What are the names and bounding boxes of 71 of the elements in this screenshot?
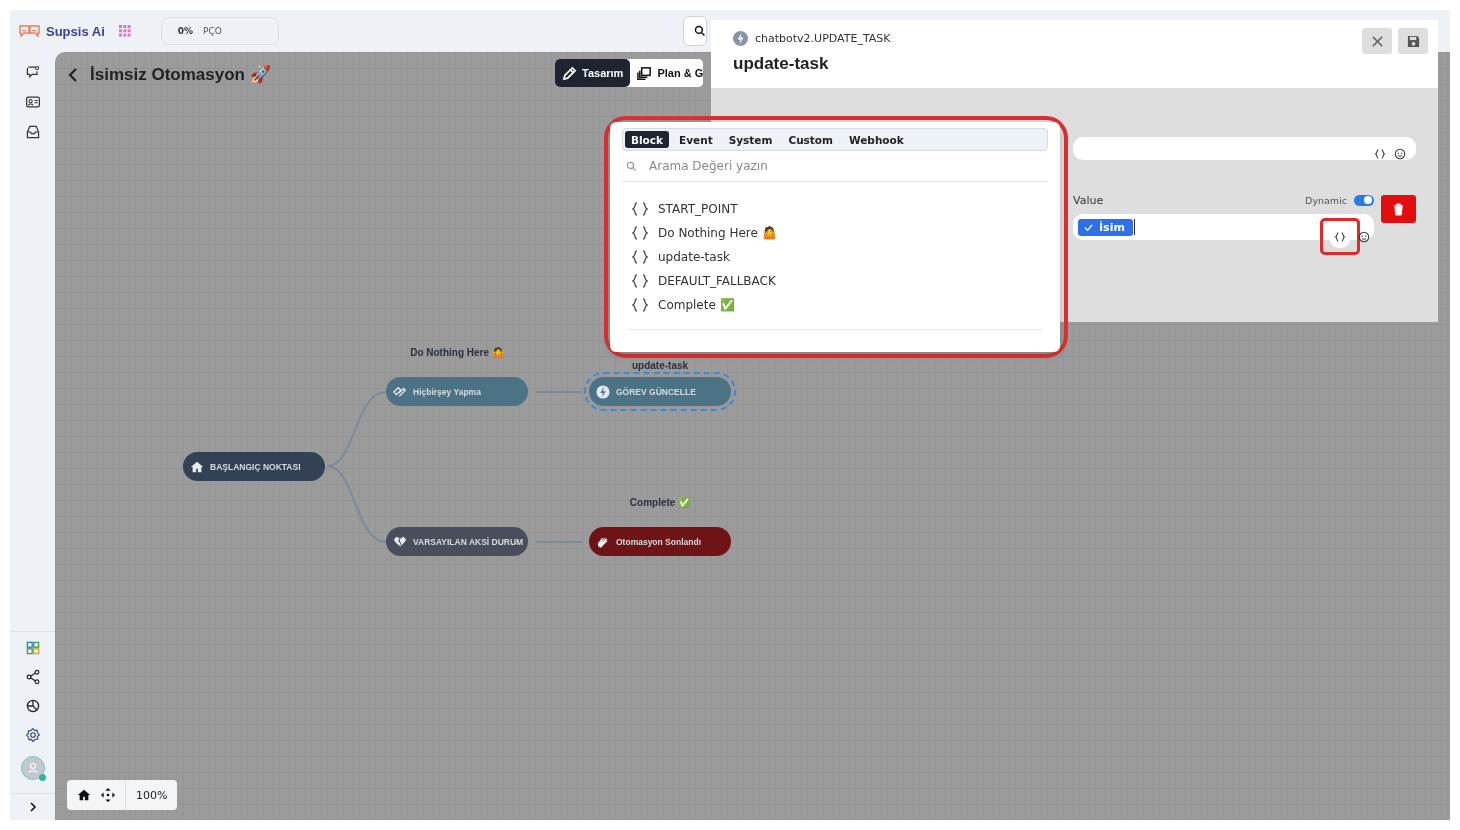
variable-chip[interactable]: İsim xyxy=(1078,218,1133,236)
online-dot xyxy=(38,774,46,781)
picker-tab[interactable]: Event xyxy=(673,131,719,148)
picker-tab[interactable]: Block xyxy=(625,131,670,148)
node-caption: update-task xyxy=(630,360,690,372)
variable-item[interactable]: Complete ✅ xyxy=(632,293,1048,317)
picker-tab[interactable]: Custom xyxy=(782,131,840,148)
close-icon xyxy=(1370,34,1384,48)
zoom-level: 100% xyxy=(136,788,168,802)
field-label: Value xyxy=(1073,193,1104,207)
search-icon xyxy=(626,160,637,172)
braces-icon xyxy=(632,250,648,264)
logo-icon xyxy=(18,23,42,39)
search-icon xyxy=(693,24,706,38)
smiley-icon[interactable] xyxy=(1358,230,1370,243)
save-button[interactable] xyxy=(1398,28,1428,54)
save-icon xyxy=(1406,34,1420,48)
variable-item[interactable]: update-task xyxy=(632,245,1048,269)
check-icon xyxy=(1084,222,1093,232)
flow-title: İsimsiz Otomasyon 🚀 xyxy=(90,64,271,85)
text-cursor xyxy=(1133,219,1135,235)
panel-title: update-task xyxy=(733,54,830,74)
usage-label: PÇO xyxy=(203,26,222,36)
delete-button[interactable] xyxy=(1381,195,1416,223)
back-icon[interactable] xyxy=(68,67,78,82)
braces-icon xyxy=(632,226,648,240)
view-tab[interactable]: Tasarım xyxy=(555,59,631,87)
toggle-label: Dynamic xyxy=(1305,194,1347,206)
flow-node[interactable]: BAŞLANGIÇ NOKTASI xyxy=(183,452,325,481)
block-type: chatbotv2.UPDATE_TASK xyxy=(755,32,891,45)
brand-name: Supsis Ai xyxy=(46,23,105,39)
variable-item[interactable]: DEFAULT_FALLBACK xyxy=(632,269,1048,293)
braces-icon xyxy=(1334,230,1346,243)
chevron-right-icon[interactable] xyxy=(27,802,38,812)
share-icon[interactable] xyxy=(24,669,41,685)
flow-node[interactable]: VARSAYILAN AKSİ DURUM xyxy=(386,527,528,556)
trash-icon xyxy=(1393,202,1404,216)
lightning-icon xyxy=(733,31,748,46)
variable-item[interactable]: START_POINT xyxy=(632,197,1048,221)
picker-tab[interactable]: System xyxy=(722,131,779,148)
home-icon[interactable] xyxy=(77,788,91,802)
dashboard-icon[interactable] xyxy=(24,640,41,656)
search-field[interactable] xyxy=(682,16,707,46)
contact-card-icon[interactable] xyxy=(24,94,41,110)
person-icon xyxy=(25,761,40,775)
lightning-icon xyxy=(596,384,610,399)
inbox-icon[interactable] xyxy=(24,124,41,140)
node-caption: Complete ✅ xyxy=(628,497,692,509)
braces-icon xyxy=(632,202,648,216)
flow-node[interactable]: Otomasyon Sonlandı xyxy=(589,527,731,556)
usage-percent: 0% xyxy=(177,26,194,36)
value-field[interactable]: İsim xyxy=(1073,214,1374,240)
picker-tab[interactable]: Webhook xyxy=(843,131,910,148)
broken-heart-icon xyxy=(393,534,407,549)
settings-icon[interactable] xyxy=(24,727,41,743)
layers-icon xyxy=(637,65,653,81)
braces-icon xyxy=(632,298,648,312)
input-field[interactable] xyxy=(1073,137,1416,160)
braces-icon xyxy=(632,274,648,288)
variable-item[interactable]: Do Nothing Here 🤷 xyxy=(632,221,1048,245)
close-button[interactable] xyxy=(1362,28,1392,54)
pie-chart-icon[interactable] xyxy=(24,698,41,714)
flow-node[interactable]: Hiçbirşey Yapma xyxy=(386,377,528,406)
chat-icon[interactable] xyxy=(24,64,41,80)
home-icon xyxy=(190,459,204,474)
move-icon[interactable] xyxy=(101,788,115,802)
braces-icon[interactable] xyxy=(1374,148,1386,160)
node-caption: Do Nothing Here 🤷 xyxy=(409,347,505,359)
dynamic-toggle[interactable] xyxy=(1354,194,1374,206)
smiley-icon[interactable] xyxy=(1394,148,1406,160)
pencil-ruler-icon xyxy=(562,65,577,81)
